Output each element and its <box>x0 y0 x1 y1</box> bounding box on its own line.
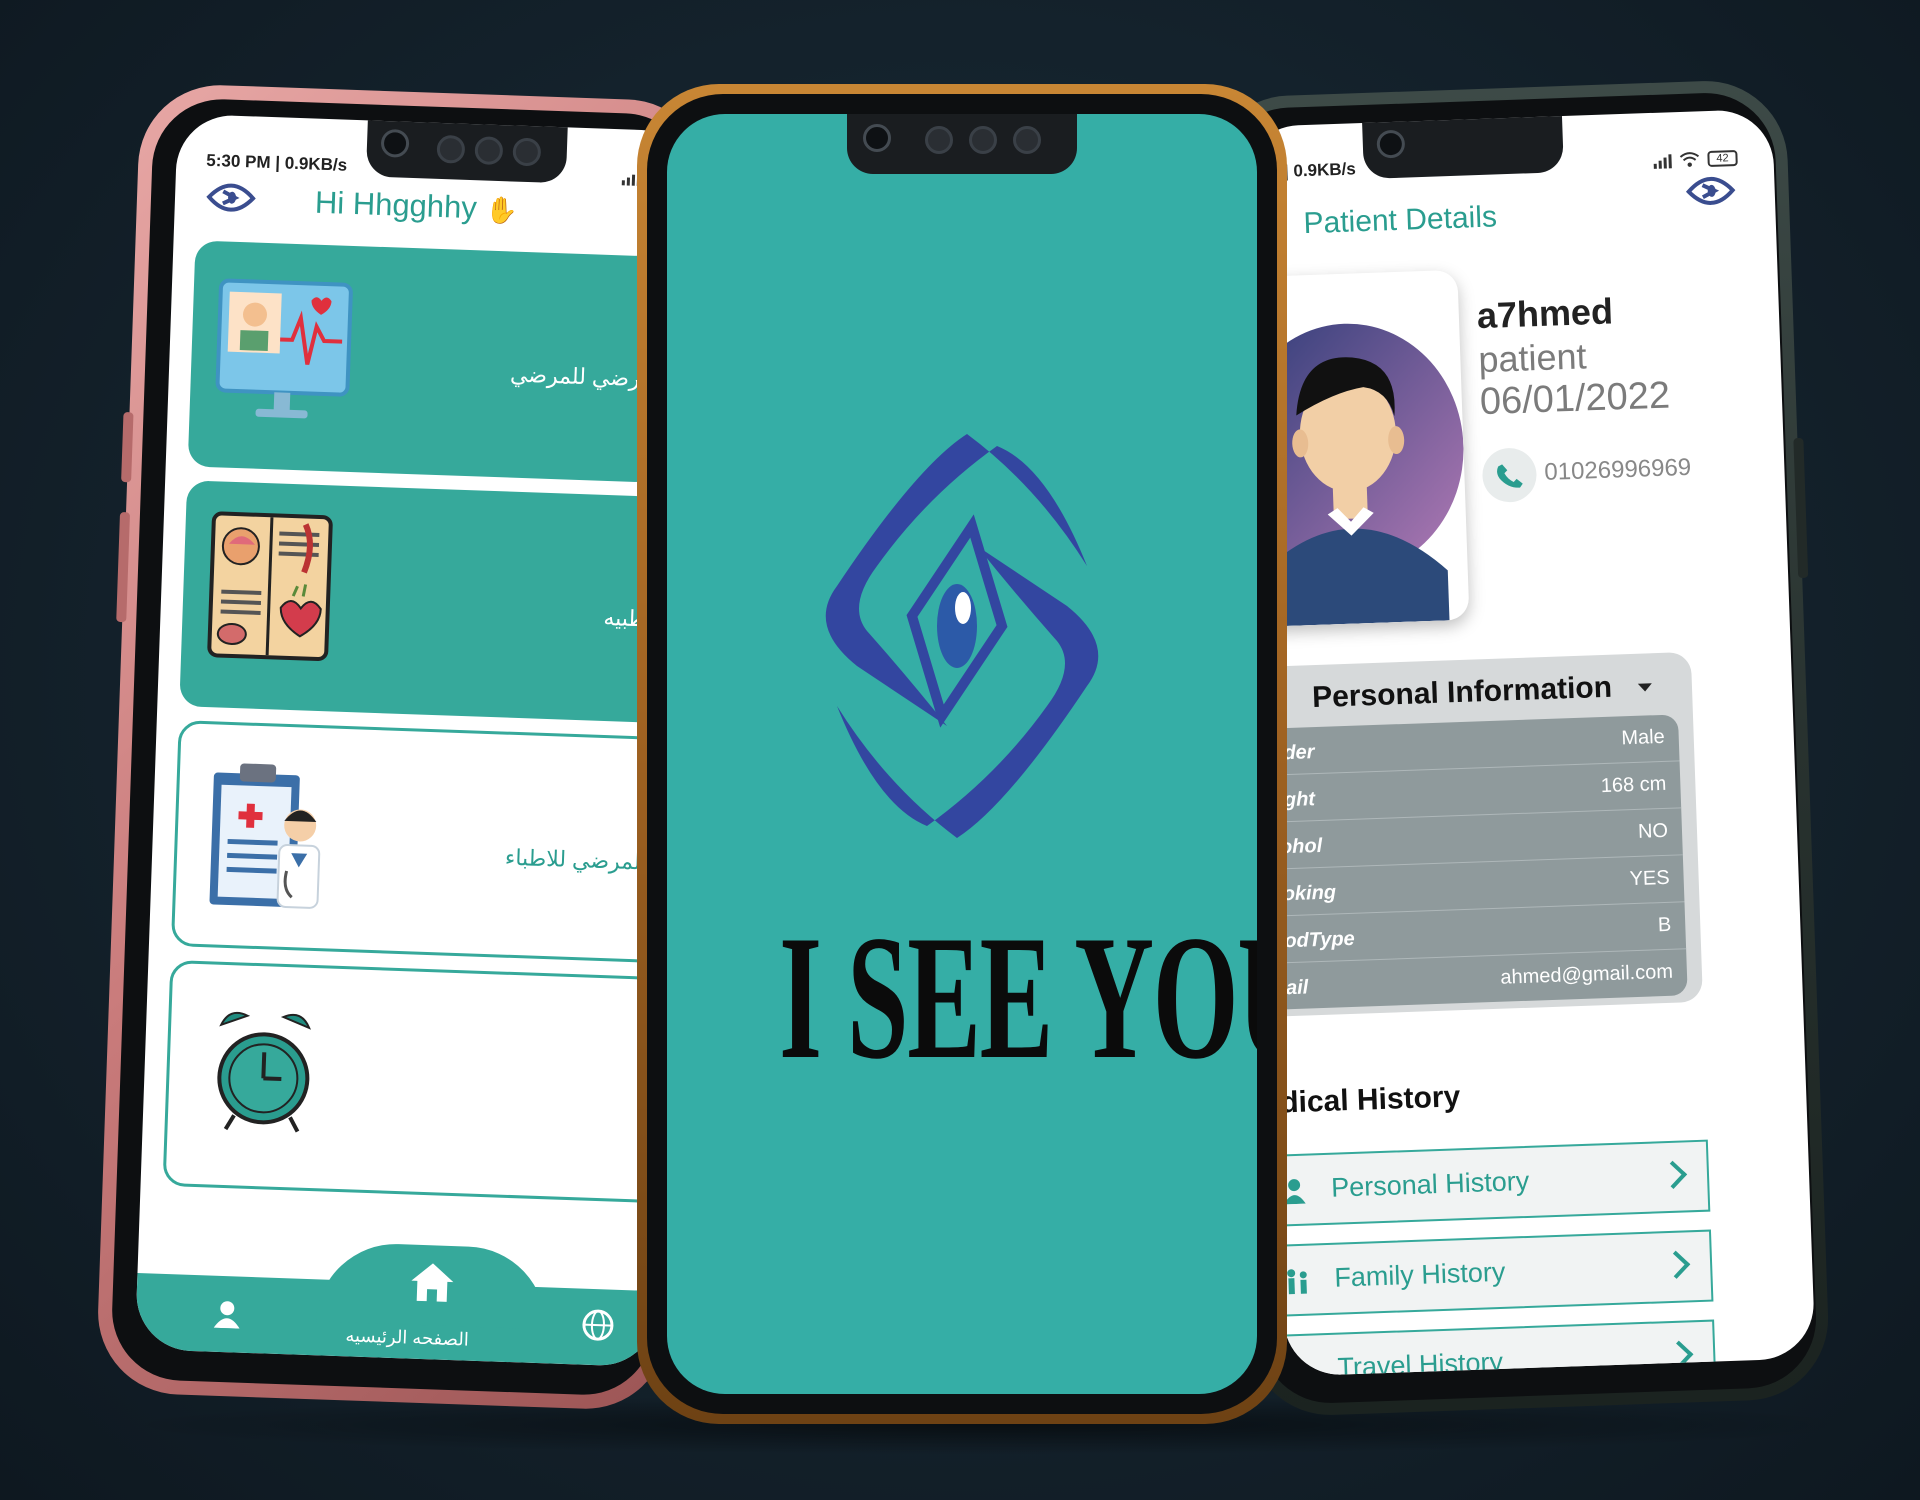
section-title: Personal Information <box>1311 670 1613 715</box>
button-label: Family History <box>1333 1256 1506 1293</box>
medical-monitor-icon <box>215 278 353 419</box>
sensor <box>1013 126 1041 154</box>
sensor <box>436 134 466 164</box>
phone-icon <box>1497 464 1523 488</box>
patient-name: a7hmed <box>1476 290 1614 337</box>
greeting-name: Hi Hhgghhy <box>314 184 478 226</box>
profile-icon[interactable] <box>213 1300 241 1329</box>
chevron-right-icon <box>1661 1250 1691 1279</box>
status-time: 5:30 PM | 0.9KB/s <box>206 150 348 175</box>
family-history-button[interactable]: Family History <box>1271 1229 1714 1317</box>
button-label: Personal History <box>1330 1165 1530 1203</box>
call-button[interactable] <box>1481 447 1538 504</box>
home-tab[interactable] <box>315 1241 549 1330</box>
sensor <box>512 137 542 167</box>
airplane-icon <box>1289 1357 1312 1377</box>
info-value: 168 cm <box>1600 772 1667 798</box>
sensor <box>969 126 997 154</box>
info-value: NO <box>1637 819 1669 843</box>
power-button <box>1793 437 1809 579</box>
patient-role: patient <box>1477 335 1588 381</box>
home-icon <box>411 1263 454 1302</box>
patient-phone-number: 01026996969 <box>1543 453 1692 486</box>
home-tab-label: الصفحه الرئيسيه <box>345 1325 470 1350</box>
sensor <box>925 126 953 154</box>
i-see-you-logo-icon <box>825 434 1099 838</box>
app-logo-icon[interactable] <box>1684 170 1737 212</box>
card-medication-reminder[interactable]: ن <box>162 960 691 1205</box>
app-logo-icon[interactable] <box>204 177 257 219</box>
sensor <box>474 136 504 166</box>
camera-notch <box>847 114 1077 174</box>
collapse-toggle-icon[interactable] <box>1637 683 1653 692</box>
card-medical-records-doctors[interactable]: خ المرضي للاطباء <box>170 720 698 965</box>
page-title: Patient Details <box>1302 200 1498 241</box>
section-title: dical History <box>1279 1080 1461 1120</box>
splash-screen: I SEE YOU <box>667 114 1257 1394</box>
family-icon <box>1287 1269 1307 1295</box>
brand-name: I SEE YOU <box>779 898 1257 1096</box>
personal-history-button[interactable]: Personal History <box>1268 1139 1711 1227</box>
patient-details-screen: PM | 0.9KB/s 42 Patient Details a7hmed p… <box>1242 108 1816 1377</box>
info-value: B <box>1657 913 1672 937</box>
alarm-clock-icon <box>217 1011 311 1133</box>
chevron-right-icon <box>1658 1160 1688 1189</box>
phone-patient-details: PM | 0.9KB/s 42 Patient Details a7hmed p… <box>1205 78 1831 1418</box>
language-globe-icon[interactable] <box>581 1309 614 1342</box>
wifi-icon <box>1679 152 1700 167</box>
status-icons: 42 <box>1653 149 1738 169</box>
phone-splash-screen: I SEE YOU <box>637 84 1287 1424</box>
anatomy-book-icon <box>207 511 333 661</box>
personal-information-panel: Personal Information ender Male leight 1… <box>1251 651 1703 1018</box>
personal-info-table: ender Male leight 168 cm lcohol NO mokin… <box>1253 714 1688 1011</box>
info-value: ahmed@gmail.com <box>1500 960 1674 989</box>
camera-lens <box>380 128 410 158</box>
info-value: YES <box>1629 866 1671 891</box>
wave-hand-icon: ✋ <box>484 194 519 226</box>
volume-button <box>116 511 131 623</box>
camera-lens <box>1376 129 1406 159</box>
home-screen: 5:30 PM | 0.9KB/s Hi Hhgghhy ✋ خ المرضي … <box>134 113 698 1368</box>
card-medical-records-patient[interactable]: خ المرضي للمرضي <box>187 240 698 485</box>
card-medical-references[interactable]: ع الطبيه <box>179 480 698 725</box>
camera-lens <box>863 124 891 152</box>
doctor-clipboard-icon <box>209 763 321 909</box>
phone-home-screen: 5:30 PM | 0.9KB/s Hi Hhgghhy ✋ خ المرضي … <box>95 82 711 1412</box>
volume-button <box>121 412 134 483</box>
battery-icon: 42 <box>1707 149 1738 168</box>
patient-date: 06/01/2022 <box>1479 374 1671 424</box>
signal-icon <box>1653 154 1672 169</box>
info-value: Male <box>1620 725 1666 750</box>
greeting-text: Hi Hhgghhy ✋ <box>314 185 518 228</box>
